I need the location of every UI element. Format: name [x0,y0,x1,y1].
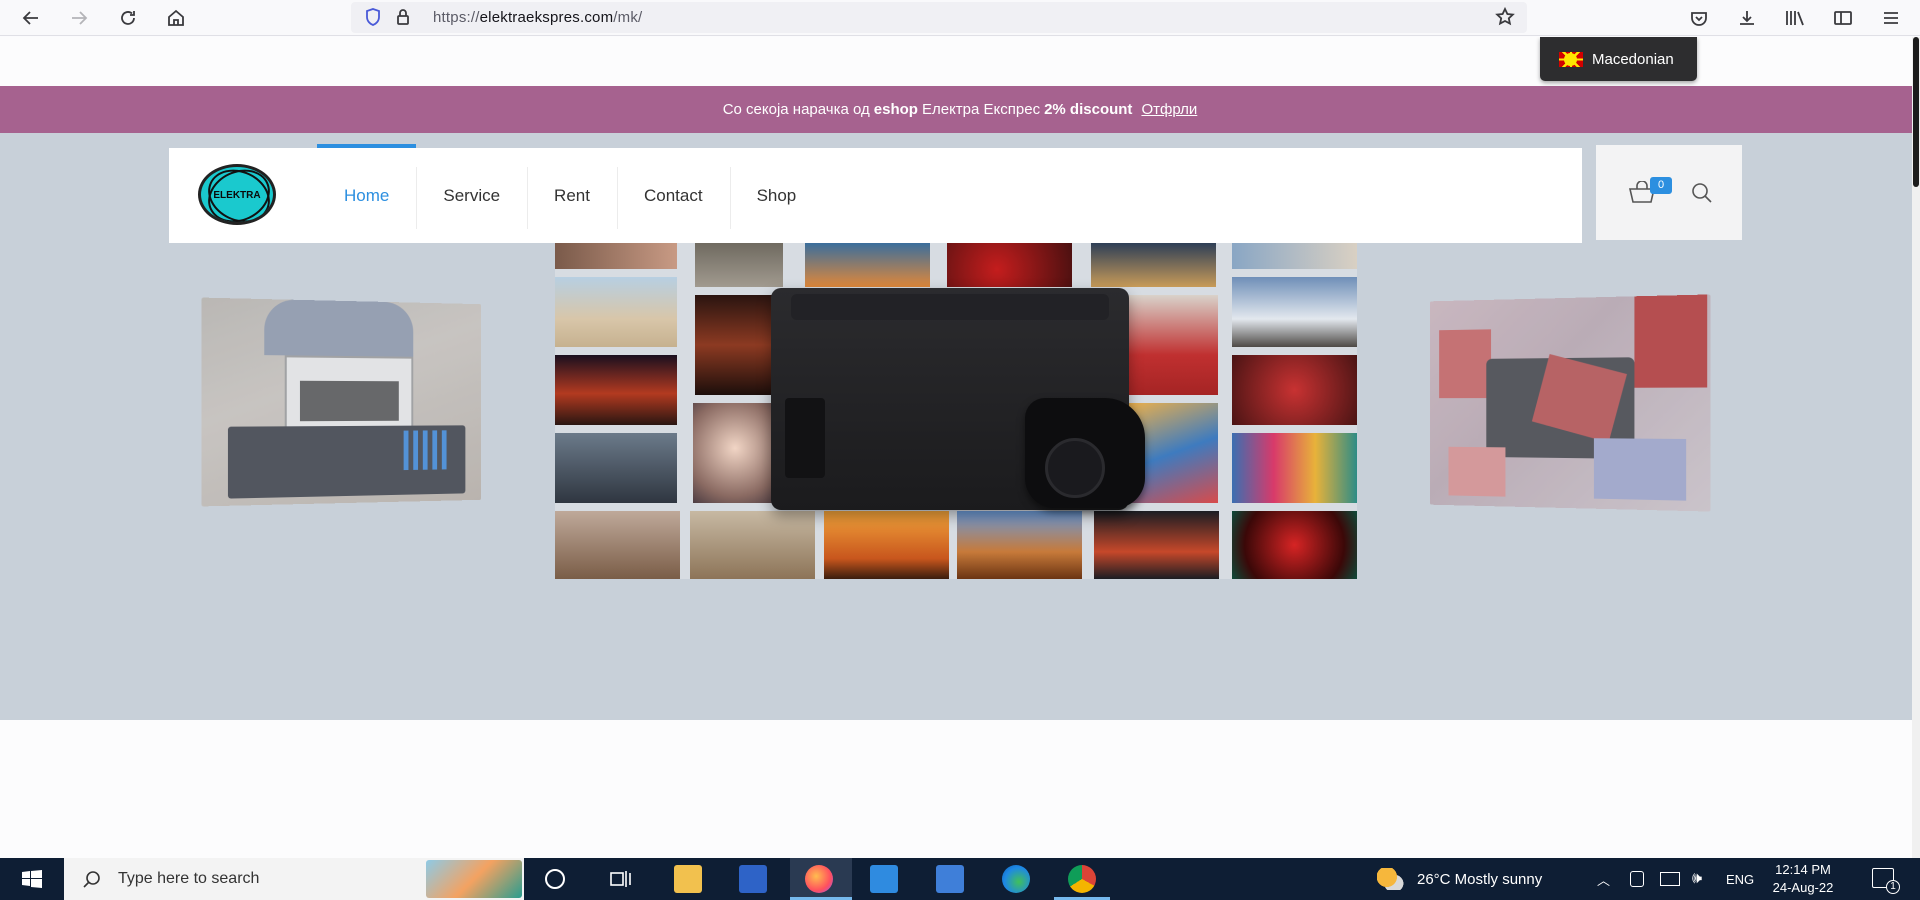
windows-taskbar: Type here to search 26°C Mostly sunny ︿ … [0,858,1920,900]
clock-date: 24-Aug-22 [1772,880,1834,895]
library-icon[interactable] [1781,4,1809,32]
promo-bold-2: 2% discount [1044,101,1133,118]
bookmark-star-icon[interactable] [1491,3,1519,31]
promo-text-2: Електра Експрес [921,101,1041,118]
downloads-icon[interactable] [1733,4,1761,32]
promo-bold-1: eshop [873,101,918,118]
search-highlight-image [426,860,522,898]
network-icon[interactable] [1660,872,1680,886]
nav-menu: Home Service Rent Contact Shop [317,144,824,243]
language-label: Macedonian [1592,50,1674,68]
header-tools: 0 [1596,145,1742,240]
macedonia-flag-icon [1559,51,1583,67]
notification-count: 1 [1886,880,1900,894]
lock-icon[interactable] [389,3,417,31]
weather-icon[interactable] [1377,868,1405,890]
file-explorer-icon[interactable] [674,865,702,893]
weather-text[interactable]: 26°C Mostly sunny [1417,858,1542,900]
meet-now-icon[interactable] [1630,871,1644,887]
reload-icon[interactable] [114,4,142,32]
firefox-icon[interactable] [805,865,833,893]
page-lower-area [0,720,1920,858]
address-bar[interactable]: https://elektraekspres.com/mk/ [351,2,1527,33]
back-icon[interactable] [17,4,45,32]
menu-icon[interactable] [1877,4,1905,32]
taskbar-search-placeholder: Type here to search [118,870,260,887]
promo-dismiss-link[interactable]: Отфрли [1141,101,1197,118]
nav-item-contact[interactable]: Contact [616,148,730,243]
promo-banner: Со секоја нарачка од eshop Електра Експр… [0,86,1920,133]
site-logo[interactable]: ELEKTRA [198,164,276,225]
search-icon [83,871,100,888]
photo-prints-image [1429,294,1711,512]
camera-image [1025,398,1145,508]
search-icon[interactable] [1691,182,1713,204]
main-navigation: ELEKTRA Home Service Rent Contact Shop [169,144,1582,243]
laptop-repair-image [201,297,482,507]
nav-item-rent[interactable]: Rent [527,148,617,243]
cortana-icon[interactable] [545,869,565,889]
edge-icon[interactable] [1002,865,1030,893]
pocket-icon[interactable] [1685,4,1713,32]
web-page: Macedonian Со секоја нарачка од eshop Ел… [0,37,1920,858]
nav-item-home[interactable]: Home [317,144,417,243]
promo-text-1: Со секоја нарачка од [722,101,870,118]
mail-icon[interactable] [870,865,898,893]
input-language[interactable]: ENG [1726,858,1754,900]
nav-item-shop[interactable]: Shop [729,148,824,243]
chrome-icon[interactable] [1068,865,1096,893]
home-icon[interactable] [162,4,190,32]
app-icon[interactable] [936,865,964,893]
browser-toolbar: https://elektraekspres.com/mk/ [0,0,1920,36]
hero-section: ELEKTRA Home Service Rent Contact Shop 0 [0,133,1920,720]
shield-icon[interactable] [359,3,387,31]
tray-chevron-icon[interactable]: ︿ [1597,858,1610,900]
language-switcher[interactable]: Macedonian [1540,37,1697,81]
nav-item-service[interactable]: Service [416,148,527,243]
sidebar-icon[interactable] [1829,4,1857,32]
url-text: https://elektraekspres.com/mk/ [433,9,643,26]
forward-icon[interactable] [65,4,93,32]
volume-icon[interactable]: 🕪 [1692,858,1702,900]
logo-text: ELEKTRA [213,190,261,201]
hero-collage-image [555,243,1357,579]
taskbar-clock[interactable]: 12:14 PM 24-Aug-22 [1768,861,1838,897]
microsoft-store-icon[interactable] [739,865,767,893]
windows-start-icon[interactable] [22,870,42,888]
page-scrollbar[interactable] [1912,37,1920,858]
cart-count-badge: 0 [1650,177,1672,194]
taskbar-search-box[interactable]: Type here to search [64,858,524,900]
task-view-icon[interactable] [608,869,632,889]
clock-time: 12:14 PM [1775,862,1831,877]
